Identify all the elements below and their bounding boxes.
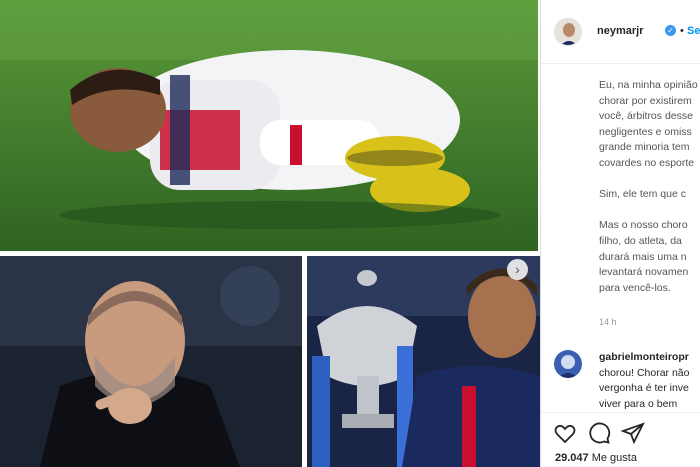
post-photo-player-on-pitch <box>0 0 538 251</box>
comment-line: chorou! Chorar não <box>599 366 690 379</box>
caption-line: Sim, ele tem que c <box>599 188 686 201</box>
comment: gabrielmonteiropr chorou! Chorar não ver… <box>541 344 700 410</box>
heart-icon[interactable] <box>553 421 579 447</box>
caption-line: negligentes e omiss <box>599 125 692 138</box>
post-caption: Eu, na minha opinião chorar por existire… <box>599 78 700 328</box>
caption-line: filho, do atleta, da <box>599 234 682 247</box>
author-username[interactable]: neymarjr <box>597 25 643 37</box>
post-photo-player-with-trophy <box>307 256 540 467</box>
post-timestamp: 14 h <box>599 317 617 327</box>
likes-number: 29.047 <box>555 452 589 464</box>
commenter-avatar[interactable] <box>554 350 582 378</box>
caption-line: levantará novamen <box>599 266 689 279</box>
likes-count[interactable]: 29.047 Me gusta <box>555 452 637 464</box>
follow-button[interactable]: Seguir <box>687 25 700 37</box>
caption-line: grande minoria tem <box>599 141 690 154</box>
comment-icon[interactable] <box>587 421 613 447</box>
caption-line: você, árbitros desse <box>599 110 693 123</box>
next-image-button[interactable]: › <box>507 259 528 280</box>
chevron-right-icon: › <box>515 261 520 277</box>
caption-line: durará mais uma n <box>599 250 687 263</box>
caption-line: Eu, na minha opinião <box>599 79 698 91</box>
author-avatar[interactable] <box>554 18 582 46</box>
photo-collage[interactable]: › <box>0 0 540 467</box>
caption-line: chorar por existirem <box>599 94 692 107</box>
verified-badge-icon: ✓ <box>665 25 676 36</box>
comment-text: gabrielmonteiropr chorou! Chorar não ver… <box>599 350 700 410</box>
commenter-username[interactable]: gabrielmonteiropr <box>599 350 700 366</box>
post-actions: 29.047 Me gusta <box>541 412 700 467</box>
post-side-panel: neymarjr ✓ • Seguir Eu, na minha opinião… <box>540 0 700 467</box>
post-photo-coach-pointing <box>0 256 302 467</box>
paper-plane-icon[interactable] <box>620 421 647 447</box>
comment-line: viver para o bem <box>599 397 678 410</box>
comment-line: vergonha é ter inve <box>599 382 689 395</box>
caption-line: Mas o nosso choro <box>599 219 688 232</box>
caption-line: covardes no esporte <box>599 156 695 169</box>
separator-dot: • <box>680 25 684 37</box>
post-header: neymarjr ✓ • Seguir <box>541 0 700 64</box>
caption-line: para vencê-los. <box>599 281 671 294</box>
likes-label: Me gusta <box>591 452 637 464</box>
